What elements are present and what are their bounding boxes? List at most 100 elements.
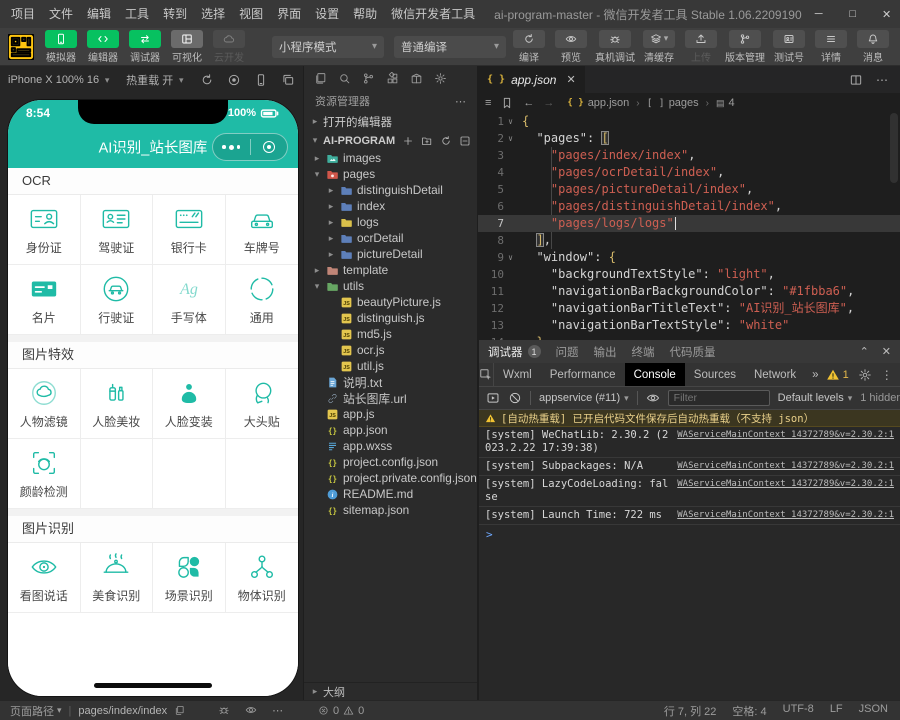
app-entry-银行卡[interactable]: 银行卡 — [153, 195, 226, 265]
project-root-row[interactable]: ▾ AI-PROGRAM — [304, 131, 477, 150]
menu-项目[interactable]: 项目 — [4, 0, 42, 28]
breadcrumb-pages[interactable]: [ ]pages — [647, 97, 699, 109]
app-entry-通用[interactable]: 通用 — [226, 265, 299, 335]
code-line-4[interactable]: 4 "pages/ocrDetail/index", — [478, 164, 900, 181]
tree-item-pages[interactable]: ▾pages — [304, 166, 477, 182]
messages-button[interactable]: 消息 — [855, 30, 891, 64]
open-editors-section[interactable]: ▸ 打开的编辑器 — [304, 112, 477, 131]
menu-工具[interactable]: 工具 — [118, 0, 156, 28]
editor-button[interactable]: 编辑器 — [85, 30, 121, 64]
app-entry-美食识别[interactable]: 美食识别 — [81, 543, 154, 613]
tree-item-sitemap.json[interactable]: {}sitemap.json — [304, 502, 477, 518]
inspect-element-button[interactable] — [479, 363, 494, 386]
eye-icon[interactable] — [245, 704, 257, 716]
debugger-tab-调试器[interactable]: 调试器1 — [488, 344, 541, 360]
tree-item-util.js[interactable]: JSutil.js — [304, 358, 477, 374]
code-line-2[interactable]: 2∨ "pages": [ — [478, 130, 900, 147]
app-entry-手写体[interactable]: Ag手写体 — [153, 265, 226, 335]
app-entry-大头贴[interactable]: 大头贴 — [226, 369, 299, 439]
statusbar-item[interactable]: UTF-8 — [783, 703, 814, 719]
app-entry-驾驶证[interactable]: 驾驶证 — [81, 195, 154, 265]
tree-item-beautyPicture.js[interactable]: JSbeautyPicture.js — [304, 294, 477, 310]
menu-界面[interactable]: 界面 — [270, 0, 308, 28]
split-editor-icon[interactable] — [849, 73, 863, 87]
hot-reload-dropdown[interactable]: 热重载 开 ▾ — [126, 72, 186, 88]
app-entry-物体识别[interactable]: 物体识别 — [226, 543, 299, 613]
app-entry-人脸美妆[interactable]: 人脸美妆 — [81, 369, 154, 439]
code-line-3[interactable]: 3 "pages/index/index", — [478, 147, 900, 164]
app-entry-车牌号[interactable]: 车牌号 — [226, 195, 299, 265]
close-miniprogram-button[interactable] — [251, 141, 288, 153]
console-message[interactable]: [system] Launch Time: 722 msWAServiceMai… — [479, 507, 900, 525]
remote-debug-button[interactable]: 真机调试 — [595, 30, 635, 64]
tree-item-ocrDetail[interactable]: ▸ocrDetail — [304, 230, 477, 246]
app-entry-人物滤镜[interactable]: 人物滤镜 — [8, 369, 81, 439]
code-line-7[interactable]: 7 "pages/logs/logs" — [478, 215, 900, 232]
statusbar-item[interactable]: JSON — [859, 703, 888, 719]
context-dropdown[interactable]: appservice (#11) ▾ — [539, 392, 629, 404]
preview-button[interactable]: 预览 — [553, 30, 589, 64]
more-actions-icon[interactable]: ⋯ — [455, 95, 466, 108]
more-tabs-icon[interactable]: » — [805, 369, 825, 381]
menu-icon[interactable]: ≡ — [485, 97, 491, 109]
version-button[interactable]: 版本管理 — [725, 30, 765, 64]
more-icon[interactable]: ⋯ — [272, 704, 283, 717]
console-source-link[interactable]: WAServiceMainContext_14372789&v=2.30.2:1 — [677, 429, 894, 442]
compile-button[interactable]: 编译 — [511, 30, 547, 64]
code-line-1[interactable]: 1∨{ — [478, 113, 900, 130]
close-tab-icon[interactable]: ✕ — [566, 73, 575, 86]
menu-转到[interactable]: 转到 — [156, 0, 194, 28]
close-window-icon[interactable]: ✕ — [870, 0, 900, 28]
menu-选择[interactable]: 选择 — [194, 0, 232, 28]
menu-微信开发者工具[interactable]: 微信开发者工具 — [384, 0, 482, 28]
problems-indicator[interactable]: 0 0 — [318, 705, 364, 717]
bug-icon[interactable] — [218, 704, 230, 716]
fold-icon[interactable]: ∨ — [504, 113, 517, 130]
menu-视图[interactable]: 视图 — [232, 0, 270, 28]
kebab-menu-icon[interactable]: ⋮ — [881, 368, 893, 382]
clear-console-icon[interactable] — [508, 391, 522, 405]
details-button[interactable]: 详情 — [813, 30, 849, 64]
code-line-8[interactable]: 8 ], — [478, 232, 900, 249]
code-line-12[interactable]: 12 "navigationBarTitleText": "AI识别_站长图库"… — [478, 300, 900, 317]
tree-item-distinguish.js[interactable]: JSdistinguish.js — [304, 310, 477, 326]
clear-cache-button[interactable]: ▾清缓存 — [641, 30, 677, 64]
devtools-tab-Performance[interactable]: Performance — [541, 363, 625, 386]
visual-button[interactable]: 可视化 — [169, 30, 205, 64]
back-icon[interactable]: ← — [523, 97, 534, 109]
code-line-10[interactable]: 10 "backgroundTextStyle": "light", — [478, 266, 900, 283]
tree-item-ocr.js[interactable]: JSocr.js — [304, 342, 477, 358]
code-line-5[interactable]: 5 "pages/pictureDetail/index", — [478, 181, 900, 198]
copy-icon[interactable] — [174, 705, 185, 716]
more-actions-icon[interactable]: ⋯ — [876, 73, 888, 87]
app-entry-人脸变装[interactable]: 人脸变装 — [153, 369, 226, 439]
code-area[interactable]: 1∨{2∨ "pages": [3 "pages/index/index",4 … — [478, 113, 900, 340]
close-panel-icon[interactable]: ✕ — [882, 345, 891, 358]
console-drawer-icon[interactable] — [486, 391, 500, 405]
tree-item-md5.js[interactable]: JSmd5.js — [304, 326, 477, 342]
tree-item-project.private.config.json[interactable]: {}project.private.config.json — [304, 470, 477, 486]
maximize-window-icon[interactable]: □ — [836, 0, 870, 28]
code-line-6[interactable]: 6 "pages/distinguishDetail/index", — [478, 198, 900, 215]
tree-item-app.json[interactable]: {}app.json — [304, 422, 477, 438]
debugger-tab-问题[interactable]: 问题 — [556, 344, 579, 360]
console-prompt[interactable]: > — [479, 525, 900, 544]
forward-icon[interactable]: → — [543, 97, 554, 109]
code-line-11[interactable]: 11 "navigationBarBackgroundColor": "#1fb… — [478, 283, 900, 300]
app-entry-看图说话[interactable]: 看图说话 — [8, 543, 81, 613]
device-dropdown[interactable]: iPhone X 100% 16 ▾ — [8, 74, 112, 86]
expand-panel-icon[interactable]: ⌃ — [860, 345, 869, 358]
compile-dropdown[interactable]: 普通编译 ▾ — [394, 36, 506, 58]
more-menu-button[interactable] — [213, 145, 250, 150]
fold-icon[interactable]: ∨ — [504, 249, 517, 266]
console-filter-input[interactable] — [668, 390, 770, 406]
tree-item-说明.txt[interactable]: 说明.txt — [304, 374, 477, 390]
debugger-tab-代码质量[interactable]: 代码质量 — [670, 344, 716, 360]
breadcrumb-app.json[interactable]: { }app.json — [567, 97, 629, 109]
tree-item-站长图库.url[interactable]: 站长图库.url — [304, 390, 477, 406]
tree-item-project.config.json[interactable]: {}project.config.json — [304, 454, 477, 470]
devtools-tab-Sources[interactable]: Sources — [685, 363, 745, 386]
mode-dropdown[interactable]: 小程序模式 ▾ — [272, 36, 384, 58]
code-line-9[interactable]: 9∨ "window": { — [478, 249, 900, 266]
app-entry-行驶证[interactable]: 行驶证 — [81, 265, 154, 335]
